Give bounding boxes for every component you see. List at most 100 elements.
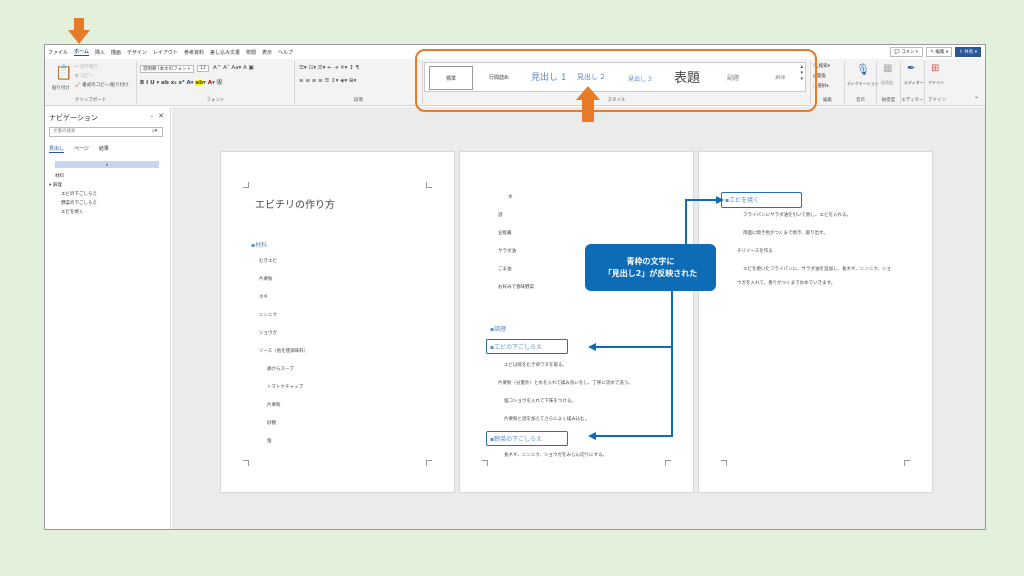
page-corner-mark [482, 460, 488, 466]
paragraph-label: 段落 [354, 98, 363, 103]
heading-materials: ▪材料 [251, 242, 268, 249]
tab-references[interactable]: 参考資料 [184, 49, 204, 56]
select-label: 選択 [817, 84, 827, 89]
navigation-pane: ナビゲーション ⌄ ✕ 文書の検索 ⌕▾ 見出し ページ 結果 a 材料 ▾ 調… [45, 107, 171, 529]
heading-grill-shrimp: ▪エビを焼く [725, 197, 760, 204]
p1-item: ニンニク [259, 313, 277, 318]
clipboard-group: 📋 貼り付け ✂ 切り取り ⧉ コピー 🖌 書式のコピー/貼り付け クリップボー… [45, 61, 137, 104]
sensitivity-button-label[interactable]: 秘密度 [881, 80, 893, 86]
p1-item: 片栗粉 [267, 403, 281, 408]
p2-step: 塩コショウを入れて下味をつける。 [504, 399, 576, 404]
p3-step: ウガを入れて、香りがつくまで炒めていきます。 [737, 281, 836, 286]
sensitivity-icon[interactable]: ▦ [883, 63, 892, 74]
list-buttons[interactable]: ☰▾ ☷▾ ☰▾ ⇤ ⇥ ✕▾ ↕ ¶ [299, 65, 359, 71]
clipboard-label: クリップボード [74, 98, 107, 103]
cut-label: 切り取り [80, 65, 99, 70]
nav-options-icon[interactable]: ⌄ [150, 113, 154, 119]
nav-item-veg-prep[interactable]: 野菜の下ごしらえ [61, 200, 97, 206]
editor-button-label[interactable]: エディター [904, 80, 924, 86]
page-2[interactable]: 水 酒 豆板醤 サラダ油 ごま油 お好みで香味野菜 ▪調理 ▪エビの下ごしらえ … [459, 151, 694, 493]
annotation-callout: 青枠の文字に 「見出し2」が反映された [585, 244, 716, 291]
heading-shrimp-prep: ▪エビの下ごしらえ [490, 344, 543, 351]
collapse-ribbon-icon[interactable]: ⌄ [974, 93, 979, 100]
p2-step: 片栗粉（分量外）と水を入れて揉み洗いをし、丁寧に流水で洗う。 [498, 381, 633, 386]
tab-home[interactable]: ホーム [74, 48, 89, 56]
p2-item: お好みで香味野菜 [498, 285, 534, 290]
search-icon[interactable]: ⌕▾ [152, 128, 157, 134]
nav-highlight[interactable]: a [55, 161, 159, 168]
p1-item: ネギ [259, 295, 268, 300]
addins-label: アドイン [928, 98, 946, 103]
addins-group: ⊞ アドイン アドイン [925, 61, 949, 104]
font-label: フォント [206, 98, 225, 103]
format-painter-label: 書式のコピー/貼り付け [82, 83, 129, 88]
sensitivity-label: 秘密度 [881, 98, 896, 103]
font-size-select[interactable]: 12 [197, 65, 209, 72]
tab-file[interactable]: ファイル [48, 49, 68, 56]
edit-mode-button[interactable]: ✎ 編集 ▾ [926, 47, 953, 57]
p2-item: 豆板醤 [498, 231, 512, 236]
paste-icon[interactable]: 📋 [55, 65, 72, 81]
comment-label: コメント [901, 50, 920, 55]
nav-item-materials[interactable]: 材料 [55, 173, 64, 179]
callout-line-1: 青枠の文字に [626, 256, 675, 266]
tab-insert[interactable]: 挿入 [95, 49, 105, 56]
addins-icon[interactable]: ⊞ [931, 63, 939, 74]
p1-item: 塩 [267, 439, 272, 444]
tab-draw[interactable]: 描画 [111, 49, 121, 56]
p1-item: トマトケチャップ [267, 385, 303, 390]
font-format-buttons[interactable]: B I U ▾ ab x₂ x² A▾ ab▾ A▾ Ⓐ [140, 78, 222, 86]
align-buttons[interactable]: ≡ ≡ ≡ ≡ ☰ ↕▾ ◈▾ ⊞▾ [299, 78, 356, 84]
word-window: ファイル ホーム 挿入 描画 デザイン レイアウト 参考資料 差し込み文書 校閲… [44, 44, 986, 530]
nav-item-grill-shrimp[interactable]: エビを焼く [61, 209, 84, 215]
format-painter-button[interactable]: 🖌 書式のコピー/貼り付け [75, 82, 129, 88]
comment-button[interactable]: 💬 コメント [890, 47, 924, 57]
p1-item: 鶏がらスープ [267, 367, 294, 372]
font-size-controls[interactable]: A^ A˅ Aa▾ A ▣ [213, 65, 254, 71]
page-corner-mark [904, 460, 910, 466]
nav-item-shrimp-prep[interactable]: エビの下ごしらえ [61, 191, 97, 197]
p2-item: 水 [508, 195, 513, 200]
editor-group: ✒ エディター エディター [901, 61, 925, 104]
tab-design[interactable]: デザイン [127, 49, 147, 56]
font-group: 游明朝 (本文のフォント 12 A^ A˅ Aa▾ A ▣ B I U ▾ ab… [137, 61, 295, 104]
cut-button[interactable]: ✂ 切り取り [75, 64, 98, 70]
styles-highlight-frame [415, 49, 817, 112]
heading-veg-prep-text: 野菜の下ごしらえ [494, 436, 543, 443]
nav-tab-pages[interactable]: ページ [74, 145, 89, 153]
p3-step: フライパンにサラダ油を引いて熱し、エビを入れる。 [743, 213, 851, 218]
page-corner-mark [721, 460, 727, 466]
copy-button[interactable]: ⧉ コピー [75, 73, 93, 79]
heading-veg-prep: ▪野菜の下ごしらえ [490, 436, 543, 443]
p1-item: 砂糖 [267, 421, 276, 426]
voice-group: 🎙 ディクテーション 音声 [845, 61, 879, 104]
page-corner-mark [243, 182, 249, 188]
paste-label[interactable]: 貼り付け [52, 85, 70, 91]
heading-cooking-text: 調理 [494, 326, 507, 333]
share-button[interactable]: ⇪ 共有 ▾ [955, 47, 981, 57]
nav-item-cooking[interactable]: ▾ 調理 [49, 182, 62, 188]
dictate-label[interactable]: ディクテーション [847, 81, 879, 87]
tab-mailings[interactable]: 差し込み文書 [210, 49, 240, 56]
tab-view[interactable]: 表示 [262, 49, 272, 56]
page-1[interactable]: エビチリの作り方 ▪材料 むきエビ 片栗粉 ネギ ニンニク ショウガ ソース（他… [220, 151, 455, 493]
tab-review[interactable]: 校閲 [246, 49, 256, 56]
editor-icon[interactable]: ✒ [907, 63, 915, 74]
nav-tab-results[interactable]: 結果 [99, 145, 109, 153]
font-name-select[interactable]: 游明朝 (本文のフォント [140, 65, 194, 73]
p1-item: むきエビ [259, 259, 277, 264]
microphone-icon[interactable]: 🎙 [856, 63, 870, 76]
page-corner-mark [243, 460, 249, 466]
nav-search-input[interactable]: 文書の検索 [49, 127, 163, 137]
tab-help[interactable]: ヘルプ [278, 49, 293, 56]
addins-button-label[interactable]: アドイン [928, 80, 944, 86]
heading-materials-text: 材料 [255, 242, 268, 249]
p1-item: ショウガ [259, 331, 277, 336]
p1-item: ソース（他を使調味料） [259, 349, 309, 354]
page-3[interactable]: ▪エビを焼く フライパンにサラダ油を引いて熱し、エビを入れる。 両面に焼き色がつ… [698, 151, 933, 493]
close-icon[interactable]: ✕ [158, 112, 164, 120]
page-corner-mark [665, 460, 671, 466]
nav-tab-headings[interactable]: 見出し [49, 145, 65, 153]
document-area: エビチリの作り方 ▪材料 むきエビ 片栗粉 ネギ ニンニク ショウガ ソース（他… [172, 107, 985, 529]
tab-layout[interactable]: レイアウト [153, 49, 178, 56]
